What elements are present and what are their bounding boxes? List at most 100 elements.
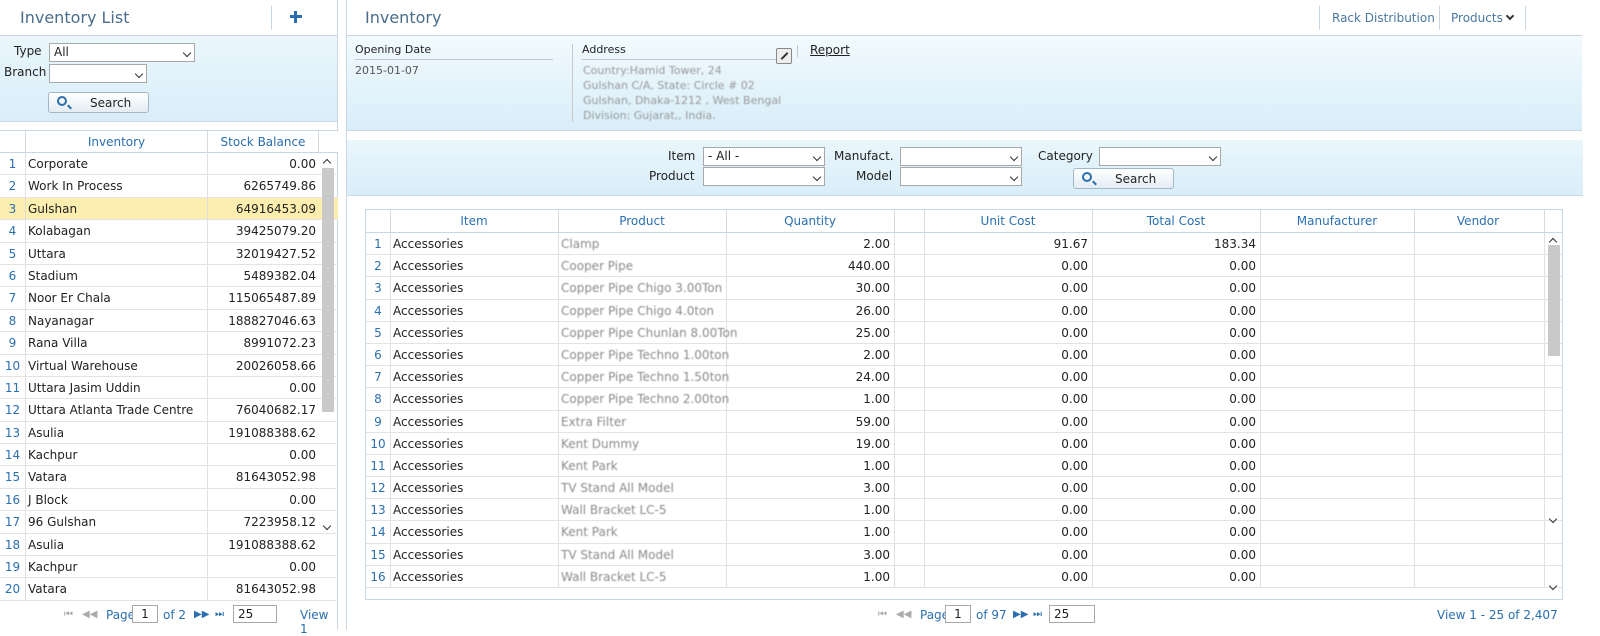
scroll-down-icon[interactable]	[1548, 514, 1558, 524]
inventory-row[interactable]: 4 Kolabagan 39425079.20	[0, 220, 338, 243]
last-page-icon[interactable]: ⏭	[215, 609, 224, 620]
product-scrollbar[interactable]	[1546, 233, 1562, 599]
column-header-inventory[interactable]: Inventory	[26, 135, 207, 149]
column-header-quantity[interactable]: Quantity	[726, 214, 894, 228]
page-size-select[interactable]: 25	[233, 605, 277, 623]
inventory-row[interactable]: 20 Vatara 81643052.98	[0, 578, 338, 601]
column-divider	[1544, 432, 1545, 454]
inventory-row[interactable]: 7 Noor Er Chala 115065487.89	[0, 287, 338, 310]
column-header-product[interactable]: Product	[558, 214, 726, 228]
branch-select[interactable]	[49, 64, 147, 83]
tab-rack-distribution[interactable]: Rack Distribution	[1332, 11, 1435, 25]
manufacturer-select[interactable]	[900, 147, 1022, 166]
product-cell: Kent Park	[561, 458, 618, 473]
column-header-unit-cost[interactable]: Unit Cost	[924, 214, 1092, 228]
product-row[interactable]: 2 Accessories Cooper Pipe 440.00 0.00 0.00	[366, 255, 1562, 278]
stock-balance: 0.00	[289, 448, 316, 463]
product-row[interactable]: 15 Accessories TV Stand All Model 3.00 0.00 0…	[366, 543, 1562, 566]
inventory-row[interactable]: 14 Kachpur 0.00	[0, 444, 338, 467]
column-divider	[25, 444, 26, 466]
opening-date-value: 2015-01-07	[355, 64, 419, 77]
inventory-row[interactable]: 16 J Block 0.00	[0, 488, 338, 512]
address-text: Country:Hamid Tower, 24 Gulshan C/A, Sta…	[583, 63, 783, 123]
prev-page-icon[interactable]: ◀◀	[82, 609, 97, 620]
column-header-stock-balance[interactable]: Stock Balance	[208, 135, 318, 149]
product-row[interactable]: 3 Accessories Copper Pipe Chigo 3.00Ton 30.…	[366, 277, 1562, 300]
inventory-row[interactable]: 10 Virtual Warehouse 20026058.66	[0, 354, 338, 377]
inventory-row[interactable]: 2 Work In Process 6265749.86	[0, 175, 338, 198]
first-page-icon[interactable]: ⏮	[64, 609, 73, 620]
total-cost-cell: 183.34	[1214, 237, 1256, 251]
add-icon[interactable]	[288, 9, 304, 25]
scroll-up-icon[interactable]	[322, 158, 332, 168]
product-cell: Kent Dummy	[561, 436, 640, 451]
inventory-row[interactable]: 19 Kachpur 0.00	[0, 556, 338, 579]
inventory-row[interactable]: 5 Uttara 32019427.52	[0, 242, 338, 265]
inventory-row[interactable]: 17 96 Gulshan 7223958.12	[0, 511, 338, 534]
inventory-scrollbar[interactable]	[320, 154, 336, 543]
page-input[interactable]: 1	[132, 605, 158, 623]
inventory-row[interactable]: 6 Stadium 5489382.04	[0, 264, 338, 288]
chevron-down-icon[interactable]	[1505, 11, 1515, 21]
inventory-row[interactable]: 15 Vatara 81643052.98	[0, 466, 338, 489]
scrollbar-thumb[interactable]	[322, 168, 334, 412]
edit-address-icon[interactable]	[776, 48, 792, 64]
item-select[interactable]: - All -	[703, 147, 825, 166]
left-search-button[interactable]: Search	[48, 92, 149, 113]
inventory-row[interactable]: 3 Gulshan 64916453.09	[0, 197, 338, 221]
product-row[interactable]: 5 Accessories Copper Pipe Chunlan 8.00Ton 2…	[366, 321, 1562, 344]
row-number: 5	[374, 325, 382, 340]
quantity-cell: 26.00	[855, 303, 890, 318]
product-row[interactable]: 6 Accessories Copper Pipe Techno 1.00ton 2.…	[366, 343, 1562, 367]
product-select[interactable]	[703, 167, 825, 186]
last-page-icon[interactable]: ⏭	[1033, 609, 1042, 620]
product-row[interactable]: 9 Accessories Extra Filter 59.00 0.00 0.00	[366, 410, 1562, 433]
first-page-icon[interactable]: ⏮	[878, 609, 887, 620]
report-link[interactable]: Report	[810, 43, 850, 57]
product-grid-header: Item Product Quantity Unit Cost Total Co…	[366, 210, 1562, 233]
product-row[interactable]: 12 Accessories TV Stand All Model 3.00 0.00 0…	[366, 477, 1562, 500]
inventory-row[interactable]: 9 Rana Villa 8991072.23	[0, 332, 338, 355]
column-header-vendor[interactable]: Vendor	[1414, 214, 1542, 228]
model-select[interactable]	[900, 167, 1022, 186]
inventory-row[interactable]: 11 Uttara Jasim Uddin 0.00	[0, 376, 338, 400]
column-divider	[25, 264, 26, 287]
inventory-row[interactable]: 12 Uttara Atlanta Trade Centre 76040682.17	[0, 399, 338, 422]
page-input[interactable]: 1	[945, 605, 971, 623]
inventory-row[interactable]: 8 Nayanagar 188827046.63	[0, 309, 338, 333]
product-row[interactable]: 11 Accessories Kent Park 1.00 0.00 0.00	[366, 454, 1562, 478]
scroll-down-icon[interactable]	[1548, 581, 1558, 591]
product-row[interactable]: 1 Accessories Clamp 2.00 91.67 183.34	[366, 233, 1562, 256]
product-row[interactable]: 10 Accessories Kent Dummy 19.00 0.00 0.00	[366, 432, 1562, 455]
product-row[interactable]: 4 Accessories Copper Pipe Chigo 4.0ton 26.0…	[366, 299, 1562, 322]
next-page-icon[interactable]: ▶▶	[194, 609, 209, 620]
page-size-select[interactable]: 25	[1049, 605, 1095, 623]
column-header-item[interactable]: Item	[390, 214, 558, 228]
next-page-icon[interactable]: ▶▶	[1013, 609, 1028, 620]
product-row[interactable]: 8 Accessories Copper Pipe Techno 2.00ton 1.…	[366, 388, 1562, 411]
type-select[interactable]: All	[49, 43, 195, 62]
view-range: View 1 - 25 of 2,407	[1437, 608, 1558, 622]
product-row[interactable]: 7 Accessories Copper Pipe Techno 1.50ton 24…	[366, 366, 1562, 389]
stock-balance: 5489382.04	[243, 268, 316, 283]
column-header-manufacturer[interactable]: Manufacturer	[1260, 214, 1414, 228]
product-cell: Copper Pipe Chigo 3.00Ton	[561, 281, 723, 296]
column-divider	[390, 277, 391, 299]
scrollbar-thumb[interactable]	[1548, 245, 1560, 356]
product-row[interactable]: 13 Accessories Wall Bracket LC-5 1.00 0.00 0.…	[366, 499, 1562, 522]
product-search-button[interactable]: Search	[1073, 168, 1174, 189]
category-select[interactable]	[1099, 147, 1221, 166]
row-number: 1	[8, 157, 17, 171]
prev-page-icon[interactable]: ◀◀	[896, 609, 911, 620]
stock-balance: 64916453.09	[235, 201, 316, 216]
product-row[interactable]: 14 Accessories Kent Park 1.00 0.00 0.00	[366, 521, 1562, 544]
inventory-row[interactable]: 18 Asulia 191088388.62	[0, 533, 338, 557]
tab-products[interactable]: Products	[1451, 11, 1503, 25]
column-header-total-cost[interactable]: Total Cost	[1092, 214, 1260, 228]
inventory-row[interactable]: 13 Asulia 191088388.62	[0, 421, 338, 445]
inventory-row[interactable]: 1 Corporate 0.00	[0, 153, 338, 176]
column-divider	[894, 299, 895, 321]
quantity-cell: 3.00	[863, 547, 890, 562]
product-row[interactable]: 16 Accessories Wall Bracket LC-5 1.00 0.00 0.…	[366, 565, 1562, 588]
scroll-down-icon[interactable]	[322, 521, 332, 531]
